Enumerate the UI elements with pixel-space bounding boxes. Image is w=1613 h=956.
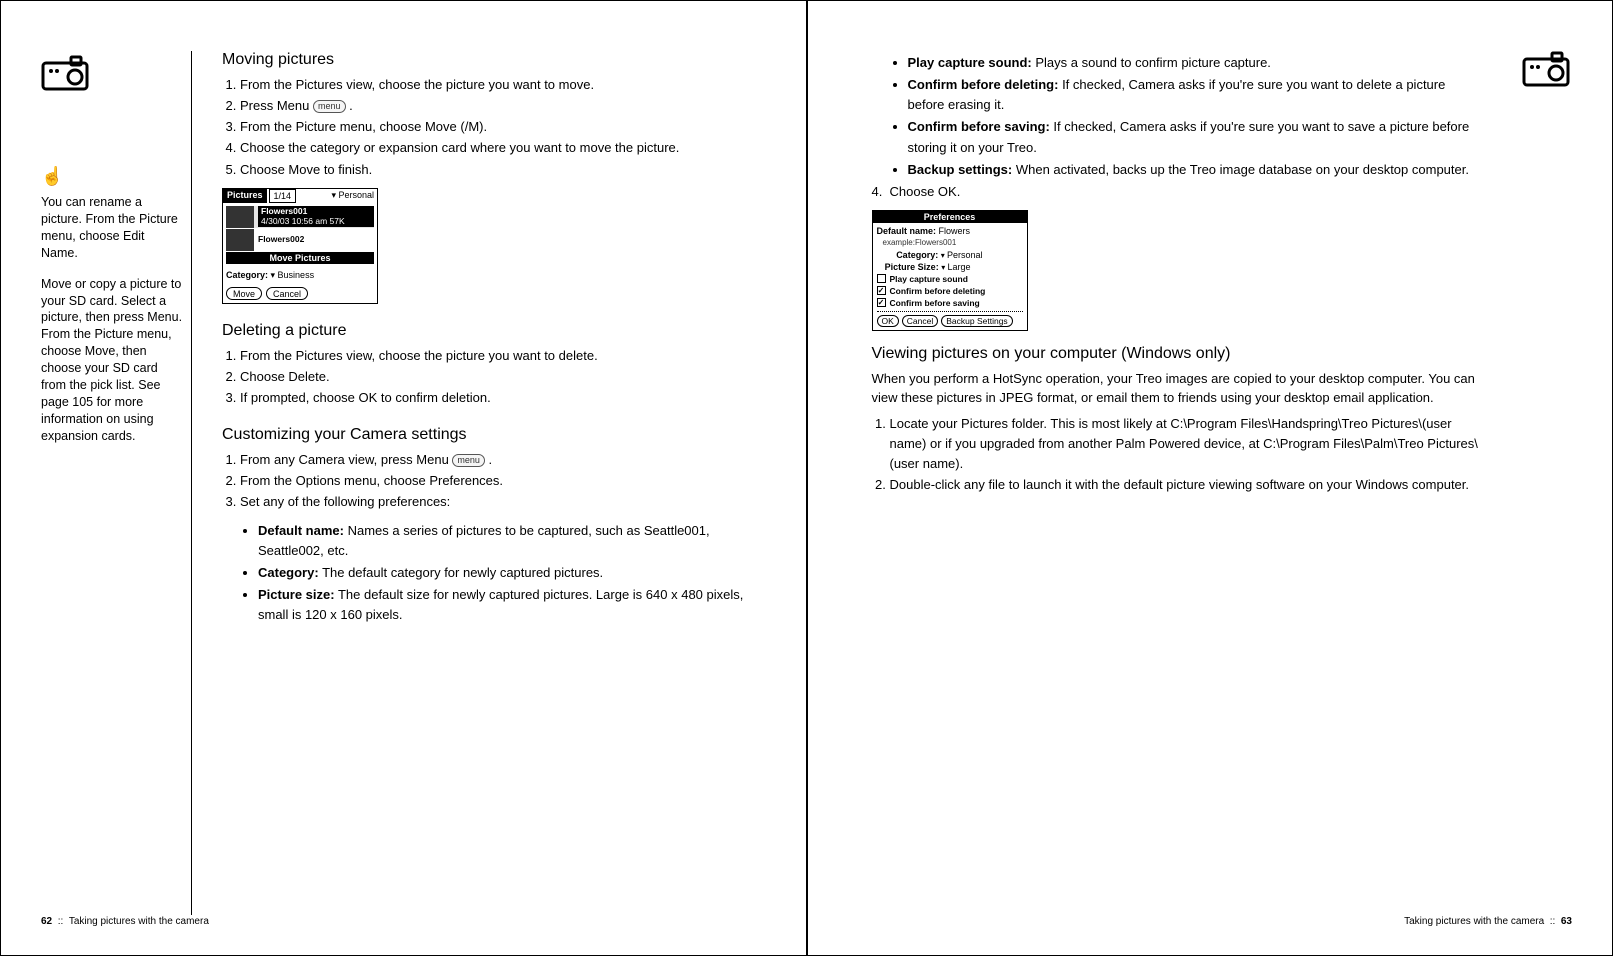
palm-backup-button: Backup Settings	[941, 315, 1012, 327]
scroll-up-icon: ▲	[362, 206, 372, 217]
step: From the Pictures view, choose the pictu…	[240, 75, 746, 95]
palm-checkbox: ✓Confirm before deleting	[877, 286, 1023, 296]
page-right: Play capture sound: Plays a sound to con…	[807, 0, 1613, 956]
sidebar-tip-1: You can rename a picture. From the Pictu…	[41, 194, 183, 262]
heading-moving: Moving pictures	[222, 51, 746, 69]
pref-item: Confirm before deleting: If checked, Cam…	[908, 75, 1483, 115]
steps-viewing: Locate your Pictures folder. This is mos…	[872, 414, 1483, 496]
palm-dialog-title: Preferences	[873, 211, 1027, 223]
sidebar-tip-2: Move or copy a picture to your SD card. …	[41, 276, 183, 445]
step: Press Menu menu .	[240, 96, 746, 116]
palm-cancel-button: Cancel	[266, 287, 308, 300]
step: Choose the category or expansion card wh…	[240, 138, 746, 158]
content-right: Play capture sound: Plays a sound to con…	[848, 51, 1503, 915]
steps-moving: From the Pictures view, choose the pictu…	[222, 75, 746, 180]
palm-screenshot-move: Pictures 1/14 ▾ Personal Flowers001 4/30…	[222, 188, 378, 304]
steps-customizing-cont: Choose OK.	[872, 182, 1483, 202]
step: Set any of the following preferences:	[240, 492, 746, 512]
step: Double-click any file to launch it with …	[890, 475, 1483, 495]
heading-customizing: Customizing your Camera settings	[222, 426, 746, 444]
palm-counter: 1/14	[269, 189, 297, 203]
palm-cancel-button: Cancel	[902, 315, 938, 327]
camera-icon	[1522, 51, 1572, 89]
palm-list-item: Flowers002	[226, 229, 374, 251]
menu-button-icon: menu	[313, 100, 346, 113]
menu-button-icon: menu	[452, 454, 485, 467]
page-left: ☝ You can rename a picture. From the Pic…	[0, 0, 807, 956]
palm-ok-button: OK	[877, 315, 899, 327]
pref-item: Confirm before saving: If checked, Camer…	[908, 117, 1483, 157]
step: From any Camera view, press Menu menu .	[240, 450, 746, 470]
sidebar-right	[1502, 51, 1572, 915]
thumbnail	[226, 206, 254, 228]
thumbnail	[226, 229, 254, 251]
tip-icon: ☝	[41, 164, 183, 188]
step: From the Options menu, choose Preference…	[240, 471, 746, 491]
content-left: Moving pictures From the Pictures view, …	[191, 51, 766, 915]
steps-customizing: From any Camera view, press Menu menu . …	[222, 450, 746, 512]
heading-deleting: Deleting a picture	[222, 322, 746, 340]
pref-bullets: Default name: Names a series of pictures…	[222, 521, 746, 626]
palm-title: Pictures	[223, 189, 267, 203]
step: Choose Move to finish.	[240, 160, 746, 180]
sidebar-left: ☝ You can rename a picture. From the Pic…	[41, 51, 191, 915]
camera-icon	[41, 55, 91, 93]
palm-checkbox: ✓Confirm before saving	[877, 298, 1023, 308]
palm-list-item: Flowers001 4/30/03 10:56 am 57K ▲	[226, 206, 374, 228]
viewing-intro: When you perform a HotSync operation, yo…	[872, 369, 1483, 408]
pref-item: Category: The default category for newly…	[258, 563, 746, 583]
step: Choose Delete.	[240, 367, 746, 387]
pref-item: Picture size: The default size for newly…	[258, 585, 746, 625]
palm-dialog-title: Move Pictures	[226, 252, 374, 264]
palm-checkbox: Play capture sound	[877, 274, 1023, 284]
pref-item: Backup settings: When activated, backs u…	[908, 160, 1483, 180]
step: Locate your Pictures folder. This is mos…	[890, 414, 1483, 474]
pref-bullets-cont: Play capture sound: Plays a sound to con…	[872, 53, 1483, 180]
steps-deleting: From the Pictures view, choose the pictu…	[222, 346, 746, 408]
pref-item: Play capture sound: Plays a sound to con…	[908, 53, 1483, 73]
palm-screenshot-prefs: Preferences Default name: Flowers exampl…	[872, 210, 1028, 331]
page-spread: ☝ You can rename a picture. From the Pic…	[0, 0, 1613, 956]
step: Choose OK.	[890, 182, 1483, 202]
step: If prompted, choose OK to confirm deleti…	[240, 388, 746, 408]
step: From the Picture menu, choose Move (/M).	[240, 117, 746, 137]
footer-left: 62 :: Taking pictures with the camera	[41, 916, 209, 927]
heading-viewing: Viewing pictures on your computer (Windo…	[872, 345, 1483, 363]
pref-item: Default name: Names a series of pictures…	[258, 521, 746, 561]
palm-category-dropdown: ▾ Personal	[296, 189, 377, 203]
footer-right: Taking pictures with the camera :: 63	[1404, 916, 1572, 927]
step: From the Pictures view, choose the pictu…	[240, 346, 746, 366]
palm-move-button: Move	[226, 287, 262, 300]
